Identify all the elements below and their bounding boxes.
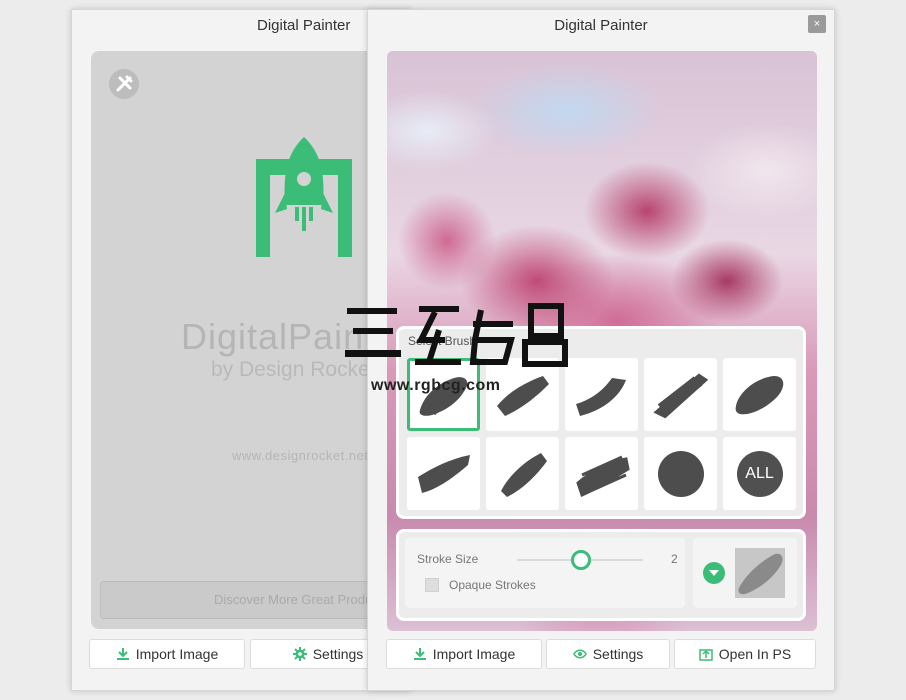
import-image-label: Import Image (432, 646, 516, 662)
brush-option-3[interactable] (565, 358, 638, 431)
brush-option-6[interactable] (407, 437, 480, 510)
brush-option-5[interactable] (723, 358, 796, 431)
back-settings-label: Settings (312, 646, 364, 662)
brush-stroke-icon (735, 375, 783, 414)
gear-icon (292, 647, 307, 661)
eye-icon (572, 649, 587, 659)
brush-stroke-icon (575, 377, 626, 416)
brush-panel: Select Brush ALL (396, 326, 806, 519)
stroke-panel: Stroke Size 2 Opaque Strokes (396, 529, 806, 621)
all-brushes-label: ALL (736, 450, 783, 497)
brush-option-8[interactable] (565, 437, 638, 510)
chevron-down-icon[interactable] (703, 562, 725, 584)
brush-stroke-icon (500, 452, 547, 497)
tools-icon[interactable] (109, 69, 139, 99)
back-window-title: Digital Painter (257, 16, 351, 34)
settings-button[interactable]: Settings (546, 639, 670, 669)
stroke-settings: Stroke Size 2 Opaque Strokes (405, 538, 685, 608)
brush-panel-title: Select Brush (408, 334, 477, 348)
front-window-title: Digital Painter (554, 16, 648, 34)
brush-option-round[interactable] (644, 437, 717, 510)
watermark-url: www.rgbcg.com (371, 377, 501, 394)
back-import-label: Import Image (135, 646, 219, 662)
brush-preview-box (693, 538, 797, 608)
export-icon (699, 649, 713, 661)
stroke-size-label: Stroke Size (417, 552, 479, 566)
round-brush-icon (657, 450, 704, 497)
brush-option-all[interactable]: ALL (723, 437, 796, 510)
opaque-strokes-label: Opaque Strokes (449, 578, 536, 592)
settings-label: Settings (592, 646, 644, 662)
open-in-ps-label: Open In PS (718, 646, 792, 662)
brush-stroke-icon (417, 454, 470, 493)
brush-stroke-icon (496, 375, 549, 416)
stroke-size-slider-thumb[interactable] (571, 550, 591, 570)
back-window: Digital Painter DigitalPainter by Design… (71, 9, 421, 691)
rocket-logo-icon (253, 135, 355, 268)
brush-option-7[interactable] (486, 437, 559, 510)
brand-byline: by Design Rocket (211, 358, 376, 381)
brush-stroke-icon (652, 372, 708, 418)
stroke-size-value: 2 (671, 552, 678, 566)
current-brush-preview (735, 548, 785, 598)
brand-url[interactable]: www.designrocket.net (232, 448, 368, 463)
open-in-ps-button[interactable]: Open In PS (674, 639, 816, 669)
front-window: Digital Painter × Select Brush ALL Strok… (367, 9, 835, 691)
opaque-strokes-checkbox[interactable] (425, 578, 439, 592)
import-image-button[interactable]: Import Image (386, 639, 542, 669)
import-icon (413, 648, 426, 660)
import-icon (116, 648, 129, 660)
close-button[interactable]: × (808, 15, 826, 33)
back-import-button[interactable]: Import Image (89, 639, 245, 669)
brush-stroke-icon (575, 455, 630, 497)
brush-option-4[interactable] (644, 358, 717, 431)
